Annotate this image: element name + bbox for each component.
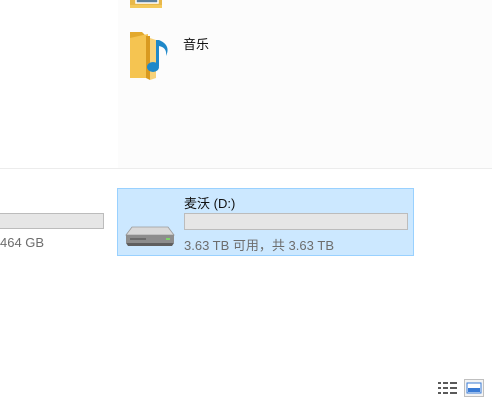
- folder-icon[interactable]: [128, 0, 164, 8]
- folders-section: [118, 0, 492, 168]
- details-view-button[interactable]: [438, 381, 458, 395]
- hard-drive-icon: [122, 221, 176, 249]
- details-view-icon: [438, 382, 457, 394]
- drive-size-text: 464 GB: [0, 235, 45, 250]
- drive-name: 麦沃 (D:): [184, 196, 236, 211]
- drive-usage-bar: [184, 213, 408, 230]
- large-icons-view-button[interactable]: [464, 379, 484, 397]
- group-divider: [0, 168, 492, 169]
- music-folder[interactable]: [126, 28, 178, 82]
- drive-free-space-text: 3.63 TB 可用，共 3.63 TB: [184, 238, 335, 253]
- large-icons-view-icon: [466, 382, 482, 394]
- music-folder-label: 音乐: [183, 37, 210, 52]
- music-folder-icon: [130, 32, 168, 80]
- drive-usage-bar: [0, 213, 104, 229]
